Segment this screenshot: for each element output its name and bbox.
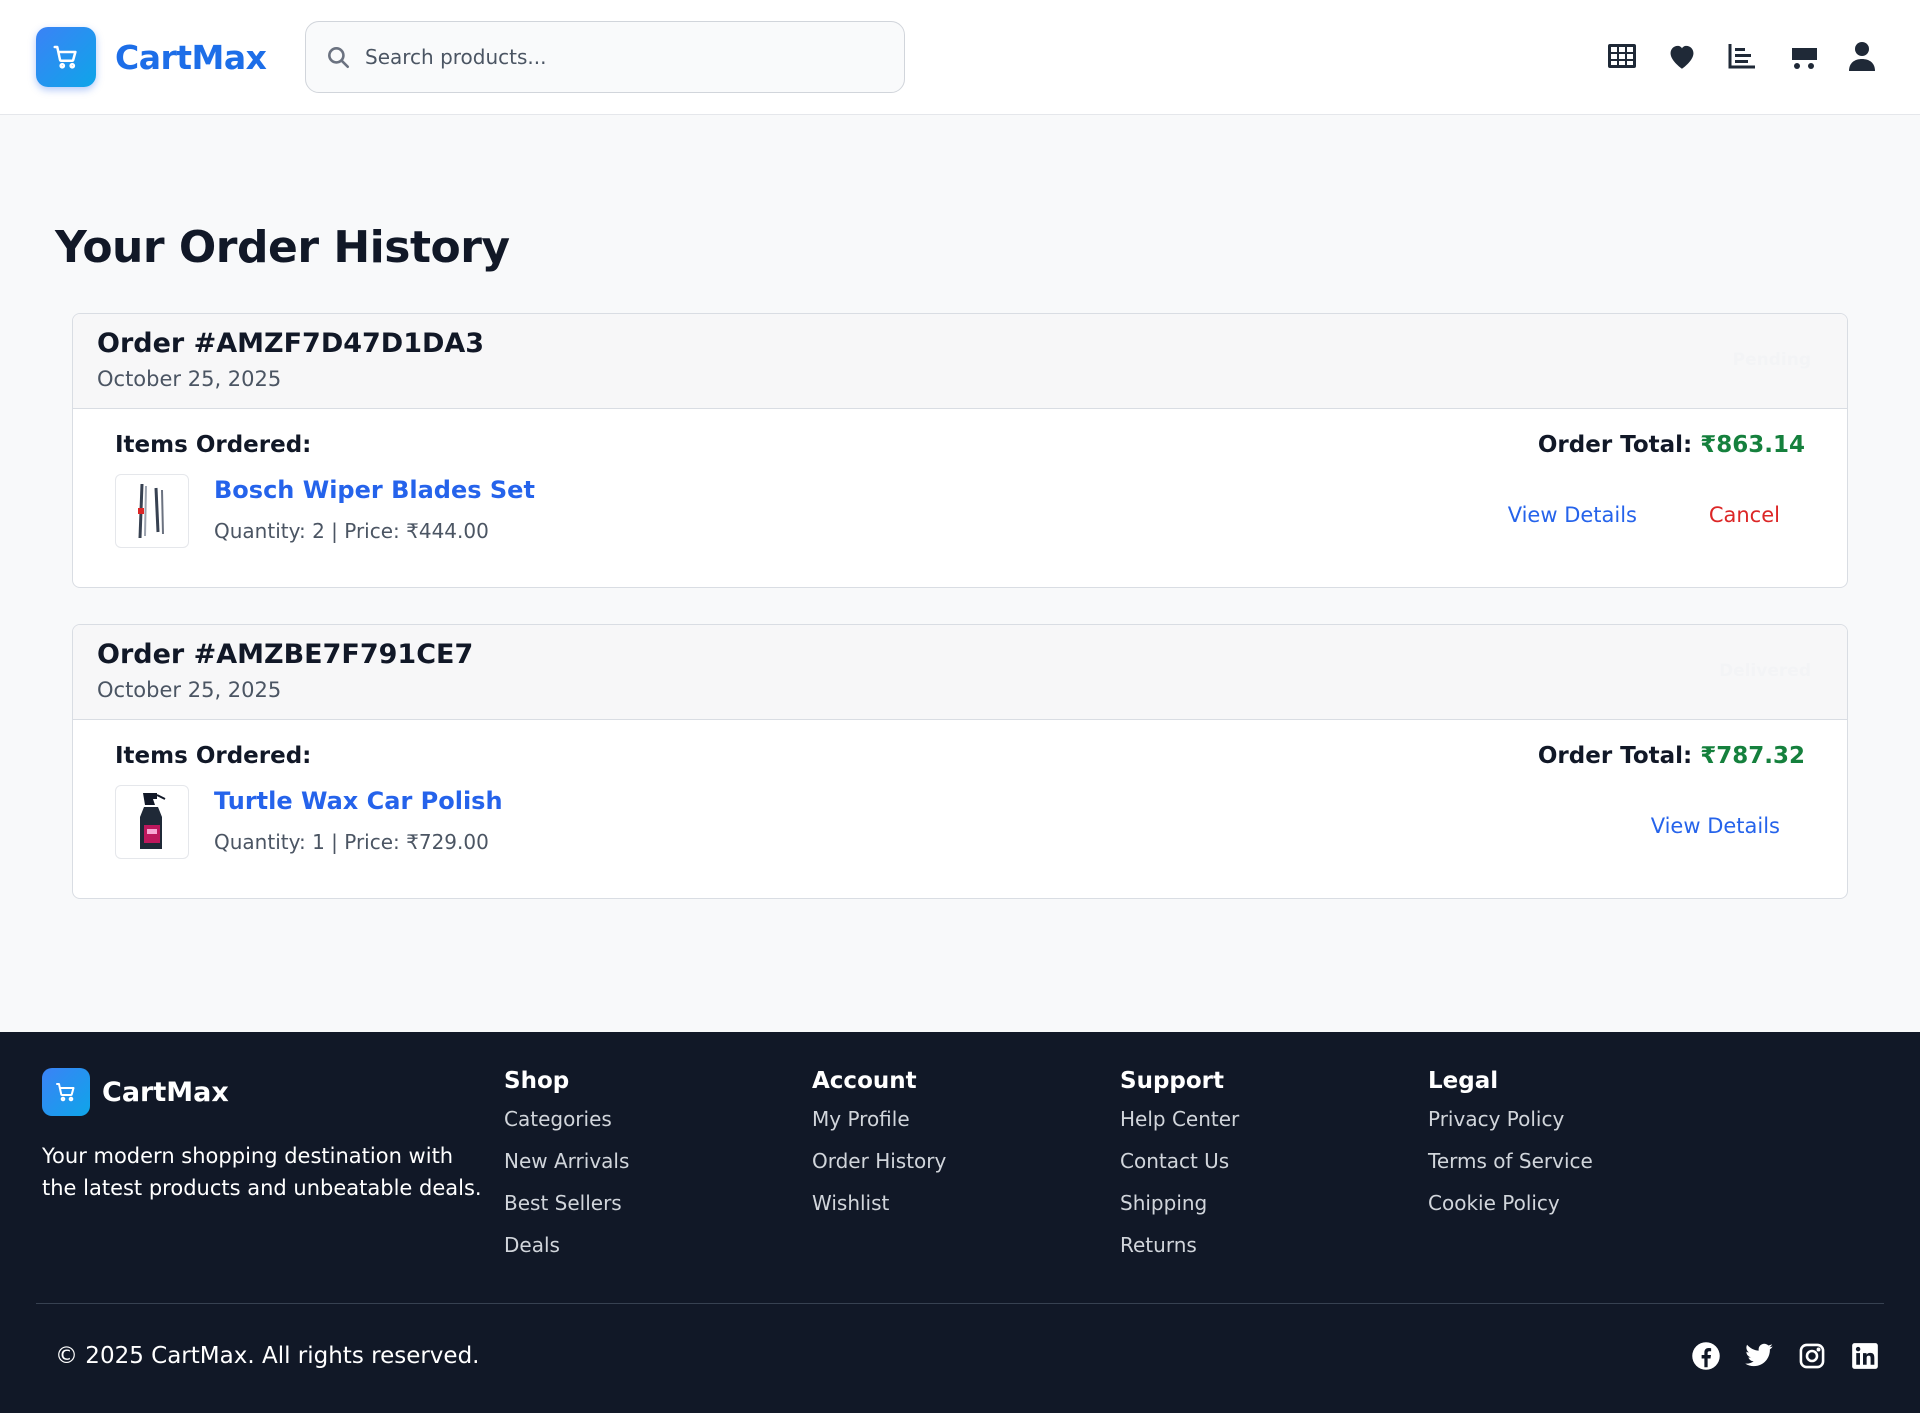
footer-column-shop: Shop Categories New Arrivals Best Seller… <box>504 1068 629 1260</box>
footer-link[interactable]: Returns <box>1120 1230 1239 1260</box>
footer-brand-logo[interactable]: CartMax <box>42 1068 229 1116</box>
order-date: October 25, 2025 <box>97 367 282 391</box>
cart-logo-icon <box>36 27 96 87</box>
footer-link[interactable]: My Profile <box>812 1104 946 1134</box>
order-card: Order #AMZF7D47D1DA3 October 25, 2025 Pe… <box>72 313 1848 588</box>
footer-link[interactable]: Terms of Service <box>1428 1146 1593 1176</box>
product-quantity-price: Quantity: 1 | Price: ₹729.00 <box>214 830 489 854</box>
brand-name: CartMax <box>115 37 267 77</box>
footer-divider <box>36 1303 1884 1304</box>
product-quantity-price: Quantity: 2 | Price: ₹444.00 <box>214 519 489 543</box>
order-header: Order #AMZF7D47D1DA3 October 25, 2025 Pe… <box>73 314 1847 409</box>
linkedin-icon[interactable] <box>1849 1340 1880 1371</box>
search-bar <box>305 21 905 93</box>
footer-column-title: Legal <box>1428 1068 1499 1094</box>
twitter-icon[interactable] <box>1743 1340 1774 1371</box>
product-link[interactable]: Bosch Wiper Blades Set <box>214 476 535 504</box>
order-total-amount: ₹787.32 <box>1700 743 1805 769</box>
order-total-amount: ₹863.14 <box>1700 432 1805 458</box>
items-ordered-label: Items Ordered: <box>115 743 312 769</box>
footer-column-title: Account <box>812 1068 917 1094</box>
cart-icon[interactable] <box>1784 38 1820 74</box>
site-header: CartMax <box>0 0 1920 115</box>
grid-icon[interactable] <box>1604 38 1640 74</box>
footer-link[interactable]: Deals <box>504 1230 629 1260</box>
brand-logo[interactable]: CartMax <box>36 27 267 87</box>
cart-logo-icon <box>42 1068 90 1116</box>
order-header: Order #AMZBE7F791CE7 October 25, 2025 De… <box>73 625 1847 720</box>
order-date: October 25, 2025 <box>97 678 282 702</box>
bar-chart-icon[interactable] <box>1724 38 1760 74</box>
footer-column-title: Support <box>1120 1068 1225 1094</box>
header-nav-icons <box>1604 38 1880 74</box>
items-ordered-label: Items Ordered: <box>115 432 312 458</box>
heart-icon[interactable] <box>1664 38 1700 74</box>
order-total-label: Order Total: <box>1537 432 1693 458</box>
footer-column-account: Account My Profile Order History Wishlis… <box>812 1068 946 1218</box>
footer-column-title: Shop <box>504 1068 570 1094</box>
order-id: Order #AMZBE7F791CE7 <box>97 639 474 670</box>
footer-link[interactable]: Categories <box>504 1104 629 1134</box>
social-links <box>1690 1340 1880 1371</box>
footer-column-legal: Legal Privacy Policy Terms of Service Co… <box>1428 1068 1593 1218</box>
page-title: Your Order History <box>55 222 510 273</box>
facebook-icon[interactable] <box>1690 1340 1721 1371</box>
copyright-text: © 2025 CartMax. All rights reserved. <box>55 1343 480 1369</box>
footer-link[interactable]: Cookie Policy <box>1428 1188 1593 1218</box>
order-id: Order #AMZF7D47D1DA3 <box>97 328 485 359</box>
instagram-icon[interactable] <box>1796 1340 1827 1371</box>
search-input[interactable] <box>365 45 865 69</box>
footer-link[interactable]: Contact Us <box>1120 1146 1239 1176</box>
product-thumbnail[interactable] <box>115 474 189 548</box>
order-total: Order Total: ₹863.14 <box>1538 432 1805 458</box>
status-badge: Delivered <box>1719 661 1811 681</box>
footer-link[interactable]: Help Center <box>1120 1104 1239 1134</box>
product-thumbnail[interactable] <box>115 785 189 859</box>
status-badge: Pending <box>1732 350 1811 370</box>
footer-column-support: Support Help Center Contact Us Shipping … <box>1120 1068 1239 1260</box>
order-card: Order #AMZBE7F791CE7 October 25, 2025 De… <box>72 624 1848 899</box>
footer-link[interactable]: Wishlist <box>812 1188 946 1218</box>
footer-link[interactable]: Shipping <box>1120 1188 1239 1218</box>
cancel-order-button[interactable]: Cancel <box>1709 503 1780 527</box>
footer-tagline: Your modern shopping destination with th… <box>42 1144 482 1200</box>
footer-link[interactable]: Privacy Policy <box>1428 1104 1593 1134</box>
footer-link[interactable]: New Arrivals <box>504 1146 629 1176</box>
footer-brand-name: CartMax <box>102 1076 229 1108</box>
order-body: Items Ordered: Order Total: ₹863.14 Bosc… <box>73 409 1847 587</box>
user-icon[interactable] <box>1844 38 1880 74</box>
product-link[interactable]: Turtle Wax Car Polish <box>214 787 503 815</box>
view-details-link[interactable]: View Details <box>1508 503 1637 527</box>
footer-link[interactable]: Order History <box>812 1146 946 1176</box>
order-body: Items Ordered: Order Total: ₹787.32 Turt… <box>73 720 1847 898</box>
search-icon <box>323 42 353 72</box>
view-details-link[interactable]: View Details <box>1651 814 1780 838</box>
order-total: Order Total: ₹787.32 <box>1538 743 1805 769</box>
footer-link[interactable]: Best Sellers <box>504 1188 629 1218</box>
order-total-label: Order Total: <box>1537 743 1693 769</box>
site-footer: CartMax Your modern shopping destination… <box>0 1032 1920 1413</box>
